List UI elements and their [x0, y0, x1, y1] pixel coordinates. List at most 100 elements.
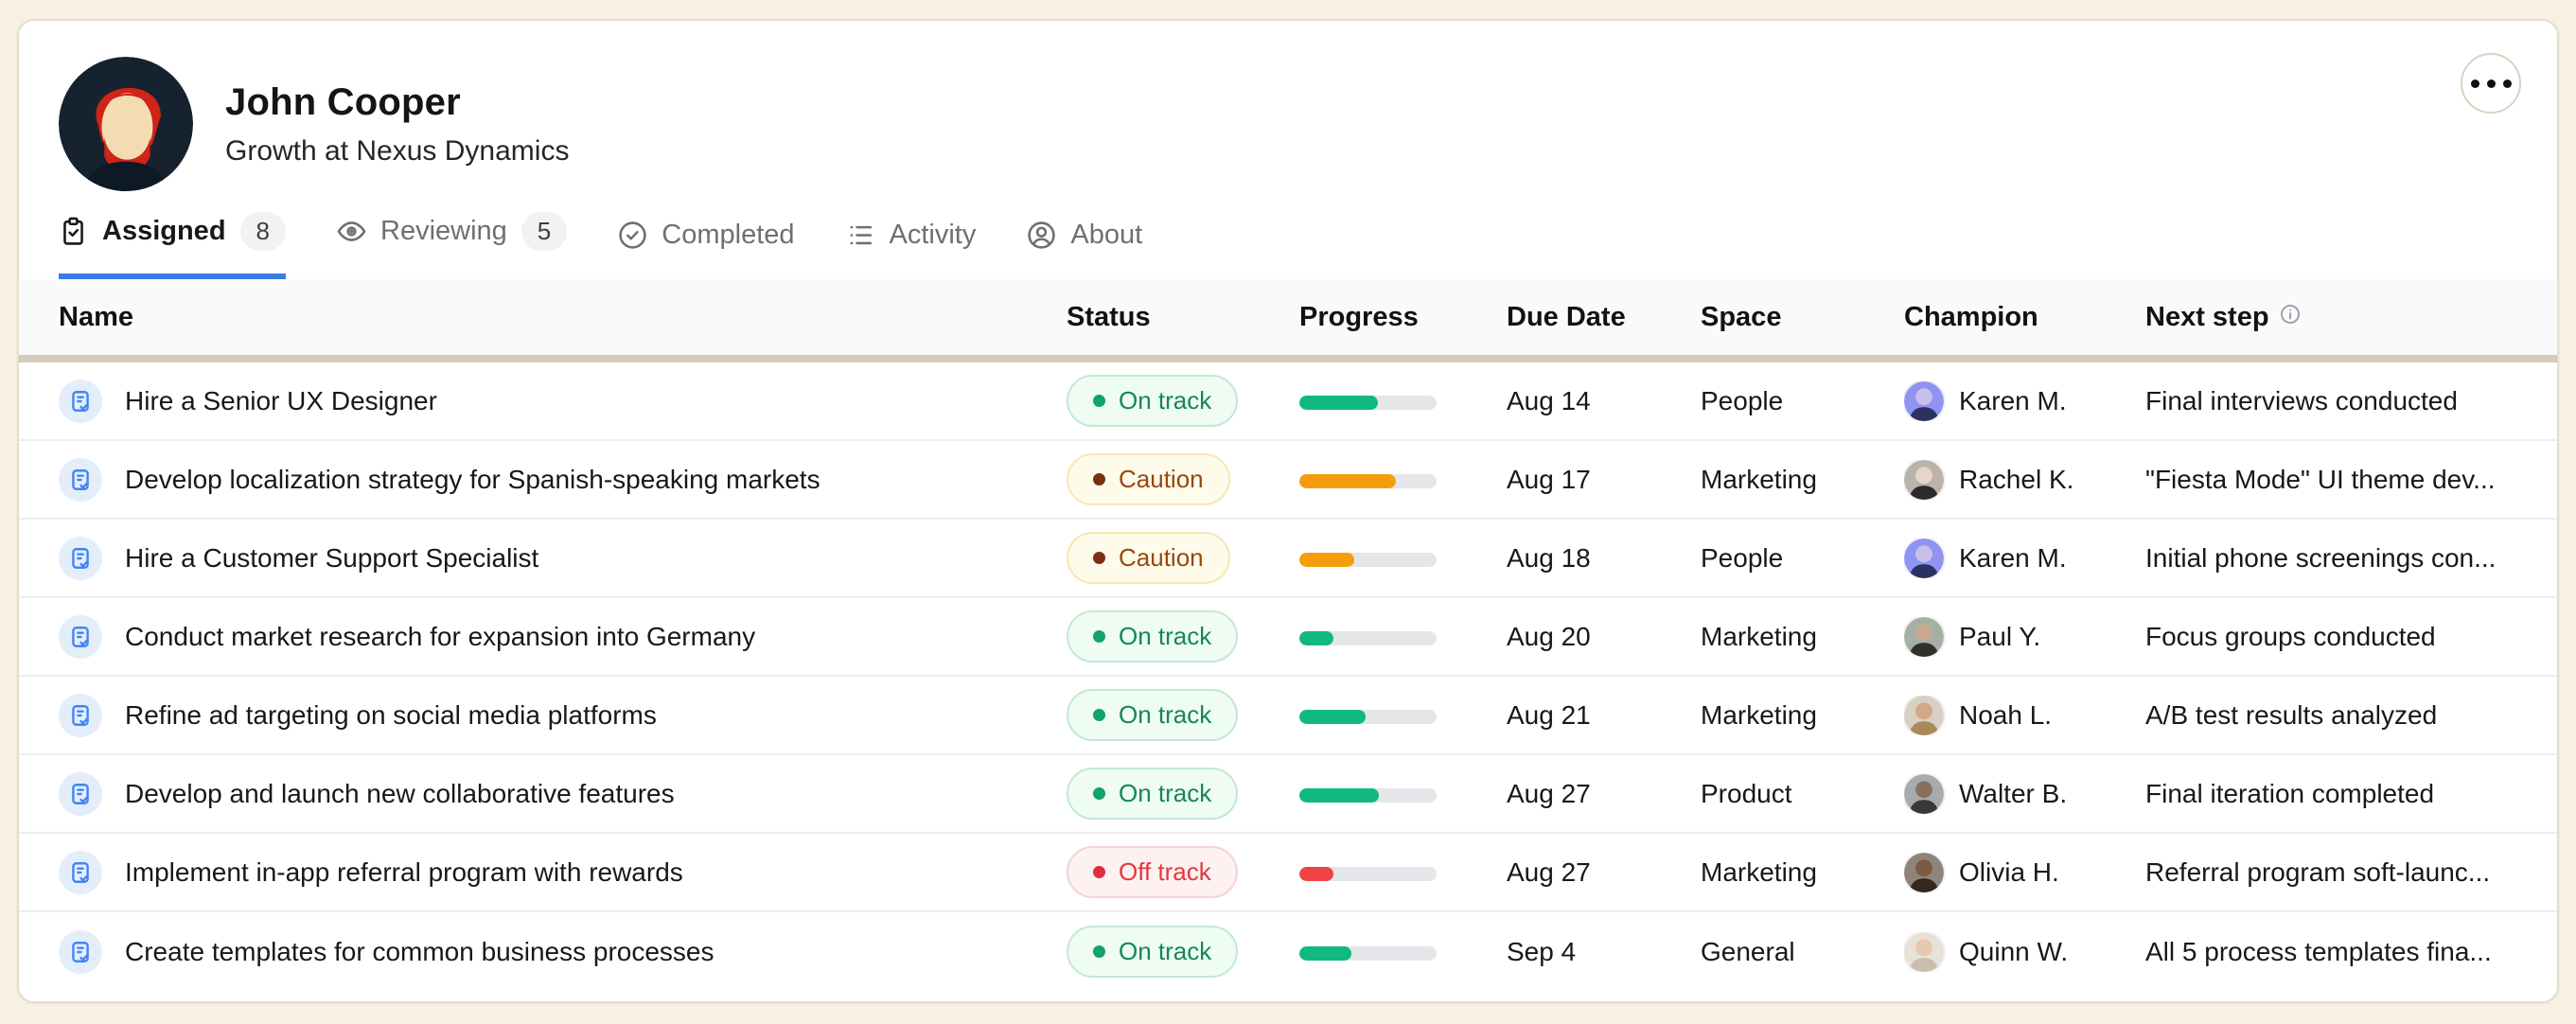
- status-badge[interactable]: Off track: [1067, 846, 1238, 898]
- status-badge[interactable]: On track: [1067, 375, 1238, 427]
- task-status-cell: On track: [1067, 375, 1299, 427]
- task-clipboard-icon: [59, 851, 102, 894]
- more-options-button[interactable]: [2461, 53, 2521, 114]
- tab-count-badge: 8: [240, 212, 286, 251]
- profile-header: John Cooper Growth at Nexus Dynamics: [19, 21, 2557, 197]
- tab-reviewing[interactable]: Reviewing5: [337, 212, 567, 279]
- table-row[interactable]: Hire a Customer Support Specialist Cautio…: [19, 520, 2557, 598]
- column-header-name: Name: [59, 302, 1067, 333]
- task-name-cell: Develop localization strategy for Spanis…: [59, 458, 1067, 502]
- progress-fill: [1299, 946, 1351, 961]
- status-dot-icon: [1093, 395, 1105, 407]
- task-status-cell: On track: [1067, 926, 1299, 978]
- status-badge[interactable]: On track: [1067, 768, 1238, 820]
- task-space-cell: People: [1701, 386, 1904, 416]
- table-row[interactable]: Implement in-app referral program with r…: [19, 834, 2557, 912]
- profile-text: John Cooper Growth at Nexus Dynamics: [225, 81, 569, 168]
- table-row[interactable]: Develop localization strategy for Spanis…: [19, 441, 2557, 520]
- task-status-cell: On track: [1067, 689, 1299, 741]
- tab-label: Activity: [890, 220, 977, 251]
- task-clipboard-icon: [59, 615, 102, 659]
- champion-name: Karen M.: [1959, 543, 2067, 574]
- status-badge[interactable]: On track: [1067, 926, 1238, 978]
- column-header-space: Space: [1701, 302, 1904, 333]
- task-table-body: Hire a Senior UX DesignerOn trackAug 14P…: [19, 362, 2557, 991]
- task-champion-cell: Rachel K.: [1904, 460, 2145, 500]
- task-name: Develop localization strategy for Spanis…: [125, 465, 820, 495]
- progress-bar: [1299, 474, 1437, 488]
- status-label: On track: [1119, 700, 1211, 730]
- task-due-date-cell: Aug 27: [1507, 779, 1701, 809]
- task-space-cell: Marketing: [1701, 857, 1904, 888]
- task-name-cell: Conduct market research for expansion in…: [59, 615, 1067, 659]
- avatar: [1904, 696, 1944, 735]
- task-champion-cell: Quinn W.: [1904, 932, 2145, 972]
- status-badge[interactable]: On track: [1067, 610, 1238, 662]
- champion-name: Noah L.: [1959, 700, 2052, 731]
- task-name-cell: Hire a Senior UX Designer: [59, 380, 1067, 423]
- task-next-step-cell: Final iteration completed: [2145, 779, 2521, 809]
- status-badge[interactable]: Caution: [1067, 532, 1230, 584]
- avatar: [1904, 853, 1944, 892]
- table-row[interactable]: Develop and launch new collaborative fea…: [19, 755, 2557, 834]
- champion-name: Karen M.: [1959, 386, 2067, 416]
- task-next-step-cell: Final interviews conducted: [2145, 386, 2521, 416]
- ellipsis-icon: [2471, 79, 2479, 88]
- status-label: On track: [1119, 937, 1211, 966]
- task-status-cell: Off track: [1067, 846, 1299, 898]
- tab-activity[interactable]: Activity: [846, 220, 977, 279]
- task-progress-cell: [1299, 700, 1507, 731]
- tab-label: Assigned: [102, 216, 226, 247]
- check-circle-icon: [618, 221, 647, 250]
- status-dot-icon: [1093, 866, 1105, 878]
- champion-name: Walter B.: [1959, 779, 2067, 809]
- task-next-step-cell: Initial phone screenings con...: [2145, 543, 2521, 574]
- tab-assigned[interactable]: Assigned 8: [59, 212, 286, 279]
- task-champion-cell: Paul Y.: [1904, 617, 2145, 657]
- avatar: [1904, 932, 1944, 972]
- column-header-next-step: Next step: [2145, 302, 2521, 333]
- task-next-step-cell: A/B test results analyzed: [2145, 700, 2521, 731]
- task-name-cell: Refine ad targeting on social media plat…: [59, 694, 1067, 737]
- task-due-date-cell: Sep 4: [1507, 937, 1701, 967]
- progress-fill: [1299, 396, 1378, 410]
- status-label: On track: [1119, 779, 1211, 808]
- tab-completed[interactable]: Completed: [618, 220, 794, 279]
- ellipsis-icon: [2503, 79, 2512, 88]
- table-row[interactable]: Hire a Senior UX DesignerOn trackAug 14P…: [19, 362, 2557, 441]
- status-badge[interactable]: Caution: [1067, 453, 1230, 505]
- progress-fill: [1299, 867, 1333, 881]
- table-row[interactable]: Refine ad targeting on social media plat…: [19, 677, 2557, 755]
- task-next-step-cell: "Fiesta Mode" UI theme dev...: [2145, 465, 2521, 495]
- tab-about[interactable]: About: [1027, 220, 1142, 279]
- clipboard-check-icon: [59, 217, 88, 246]
- status-badge[interactable]: On track: [1067, 689, 1238, 741]
- status-label: On track: [1119, 386, 1211, 415]
- task-status-cell: On track: [1067, 768, 1299, 820]
- task-space-cell: General: [1701, 937, 1904, 967]
- progress-fill: [1299, 474, 1396, 488]
- table-row[interactable]: Create templates for common business pro…: [19, 912, 2557, 991]
- task-name: Create templates for common business pro…: [125, 937, 715, 967]
- task-space-cell: Marketing: [1701, 465, 1904, 495]
- champion-name: Rachel K.: [1959, 465, 2073, 495]
- tabs: Assigned 8 Reviewing5 Completed Activity Abou…: [19, 197, 2557, 279]
- status-dot-icon: [1093, 945, 1105, 958]
- status-dot-icon: [1093, 787, 1105, 800]
- task-due-date-cell: Aug 18: [1507, 543, 1701, 574]
- task-name: Hire a Customer Support Specialist: [125, 543, 538, 574]
- task-name: Refine ad targeting on social media plat…: [125, 700, 657, 731]
- column-header-champion: Champion: [1904, 302, 2145, 333]
- list-icon: [846, 221, 875, 250]
- task-name-cell: Hire a Customer Support Specialist: [59, 537, 1067, 580]
- task-progress-cell: [1299, 465, 1507, 495]
- champion-name: Olivia H.: [1959, 857, 2059, 888]
- info-icon[interactable]: [2279, 302, 2302, 333]
- task-next-step-cell: Referral program soft-launc...: [2145, 857, 2521, 888]
- progress-bar: [1299, 867, 1437, 881]
- task-progress-cell: [1299, 779, 1507, 809]
- task-clipboard-icon: [59, 772, 102, 816]
- table-row[interactable]: Conduct market research for expansion in…: [19, 598, 2557, 677]
- column-header-status: Status: [1067, 302, 1299, 333]
- task-name-cell: Develop and launch new collaborative fea…: [59, 772, 1067, 816]
